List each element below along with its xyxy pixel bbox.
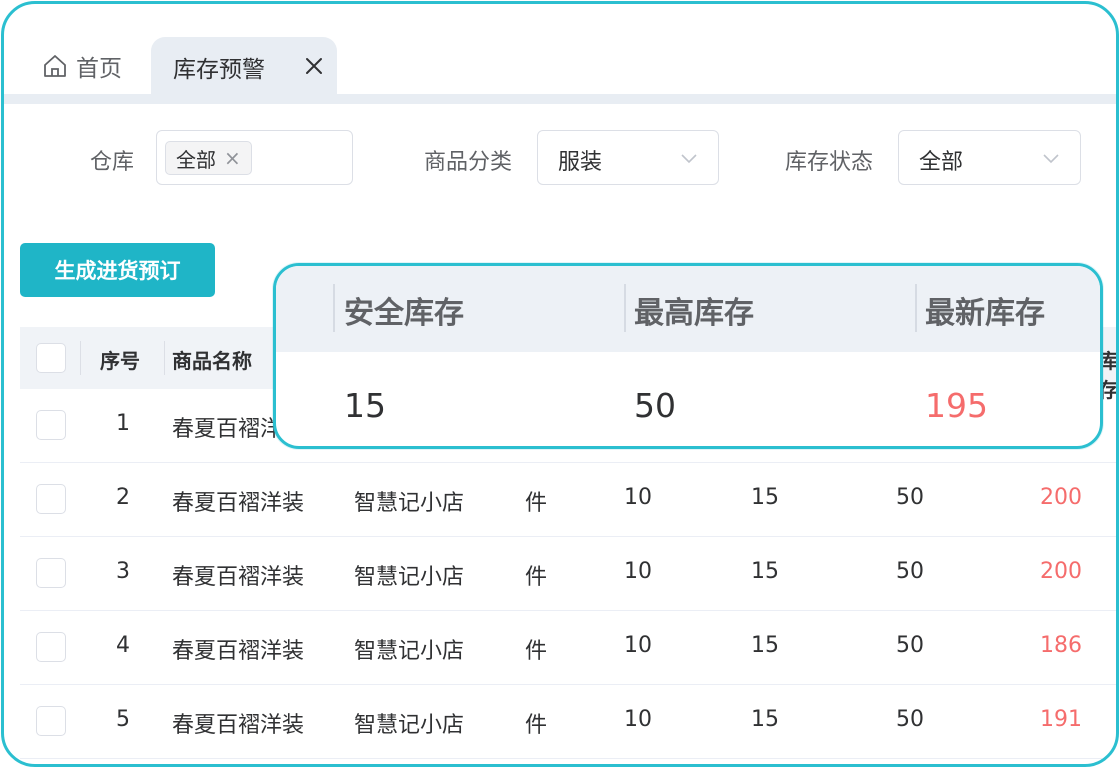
row-checkbox[interactable] <box>36 410 66 440</box>
stock-status-filter-label: 库存状态 <box>785 150 874 175</box>
row-latest-stock: 186 <box>1040 633 1082 658</box>
stock-status-select-value: 全部 <box>919 150 964 175</box>
row-product-name: 春夏百褶洋装 <box>172 639 305 664</box>
table-row[interactable]: 3 春夏百褶洋装 智慧记小店 件 10 15 50 200 <box>20 537 1116 611</box>
table-row[interactable]: 4 春夏百褶洋装 智慧记小店 件 10 15 50 186 <box>20 611 1116 685</box>
row-checkbox[interactable] <box>36 558 66 588</box>
chevron-down-icon <box>681 154 697 164</box>
warehouse-chip: 全部 × <box>165 141 252 175</box>
warehouse-select[interactable]: 全部 × <box>156 130 353 185</box>
row-shop: 智慧记小店 <box>354 639 465 664</box>
row-safe-stock: 15 <box>751 559 779 584</box>
tab-stock-warning[interactable]: 库存预警 <box>151 37 337 97</box>
row-product-name: 春夏百褶洋装 <box>172 565 305 590</box>
category-select-value: 服装 <box>558 150 603 175</box>
row-latest-stock: 191 <box>1040 707 1082 732</box>
category-select[interactable]: 服装 <box>537 130 719 185</box>
row-unit: 件 <box>525 639 548 664</box>
callout-header-latest-stock: 最新库存 <box>925 296 1045 331</box>
tab-stock-warning-label: 库存预警 <box>173 57 265 83</box>
table-row[interactable]: 2 春夏百褶洋装 智慧记小店 件 10 15 50 200 <box>20 463 1116 537</box>
row-shop: 智慧记小店 <box>354 491 465 516</box>
header-index: 序号 <box>100 349 140 373</box>
row-unit: 件 <box>525 713 548 738</box>
row-min-stock: 10 <box>624 559 652 584</box>
row-product-name: 春夏百褶洋装 <box>172 491 305 516</box>
row-checkbox[interactable] <box>36 484 66 514</box>
row-max-stock: 50 <box>896 633 924 658</box>
chevron-down-icon <box>1043 154 1059 164</box>
callout-divider <box>333 284 335 332</box>
category-filter-label: 商品分类 <box>424 150 513 175</box>
callout-max-stock-value: 50 <box>634 386 676 425</box>
row-index: 5 <box>116 707 130 732</box>
callout-latest-stock-value: 195 <box>925 386 988 425</box>
row-index: 2 <box>116 485 130 510</box>
row-min-stock: 10 <box>624 633 652 658</box>
close-icon[interactable] <box>301 53 327 79</box>
row-shop: 智慧记小店 <box>354 565 465 590</box>
row-min-stock: 10 <box>624 485 652 510</box>
row-unit: 件 <box>525 491 548 516</box>
header-divider <box>80 341 81 375</box>
stock-highlight-callout: 安全库存 最高库存 最新库存 15 50 195 <box>273 263 1103 449</box>
warehouse-filter-label: 仓库 <box>90 150 135 175</box>
callout-divider <box>624 284 626 332</box>
tab-bar-divider <box>4 94 1116 104</box>
row-min-stock: 10 <box>624 707 652 732</box>
generate-purchase-order-button[interactable]: 生成进货预订 <box>20 243 215 297</box>
home-icon <box>44 55 66 77</box>
warehouse-chip-label: 全部 <box>176 147 216 172</box>
row-safe-stock: 15 <box>751 707 779 732</box>
row-max-stock: 50 <box>896 485 924 510</box>
callout-safe-stock-value: 15 <box>344 386 386 425</box>
row-latest-stock: 200 <box>1040 559 1082 584</box>
table-row[interactable]: 5 春夏百褶洋装 智慧记小店 件 10 15 50 191 <box>20 685 1116 759</box>
row-index: 1 <box>116 411 130 436</box>
header-divider <box>164 341 165 375</box>
stock-status-select[interactable]: 全部 <box>898 130 1081 185</box>
tab-bar: 首页 库存预警 <box>4 4 1116 104</box>
row-safe-stock: 15 <box>751 485 779 510</box>
callout-divider <box>915 284 917 332</box>
row-index: 4 <box>116 633 130 658</box>
row-unit: 件 <box>525 565 548 590</box>
callout-header: 安全库存 最高库存 最新库存 <box>276 266 1100 352</box>
header-product-name: 商品名称 <box>172 349 252 373</box>
row-shop: 智慧记小店 <box>354 713 465 738</box>
callout-header-safe-stock: 安全库存 <box>344 296 464 331</box>
row-index: 3 <box>116 559 130 584</box>
app-window: 首页 库存预警 仓库 全部 × 商品分类 服装 库存状态 全部 生成进货预订 序… <box>1 1 1119 767</box>
tab-home[interactable]: 首页 <box>42 48 122 84</box>
tab-home-label: 首页 <box>76 56 122 82</box>
row-checkbox[interactable] <box>36 632 66 662</box>
row-max-stock: 50 <box>896 559 924 584</box>
select-all-checkbox[interactable] <box>36 343 66 373</box>
row-safe-stock: 15 <box>751 633 779 658</box>
chip-close-icon[interactable]: × <box>224 146 241 170</box>
callout-header-max-stock: 最高库存 <box>634 296 754 331</box>
row-latest-stock: 200 <box>1040 485 1082 510</box>
row-checkbox[interactable] <box>36 706 66 736</box>
row-product-name: 春夏百褶洋装 <box>172 713 305 738</box>
row-max-stock: 50 <box>896 707 924 732</box>
